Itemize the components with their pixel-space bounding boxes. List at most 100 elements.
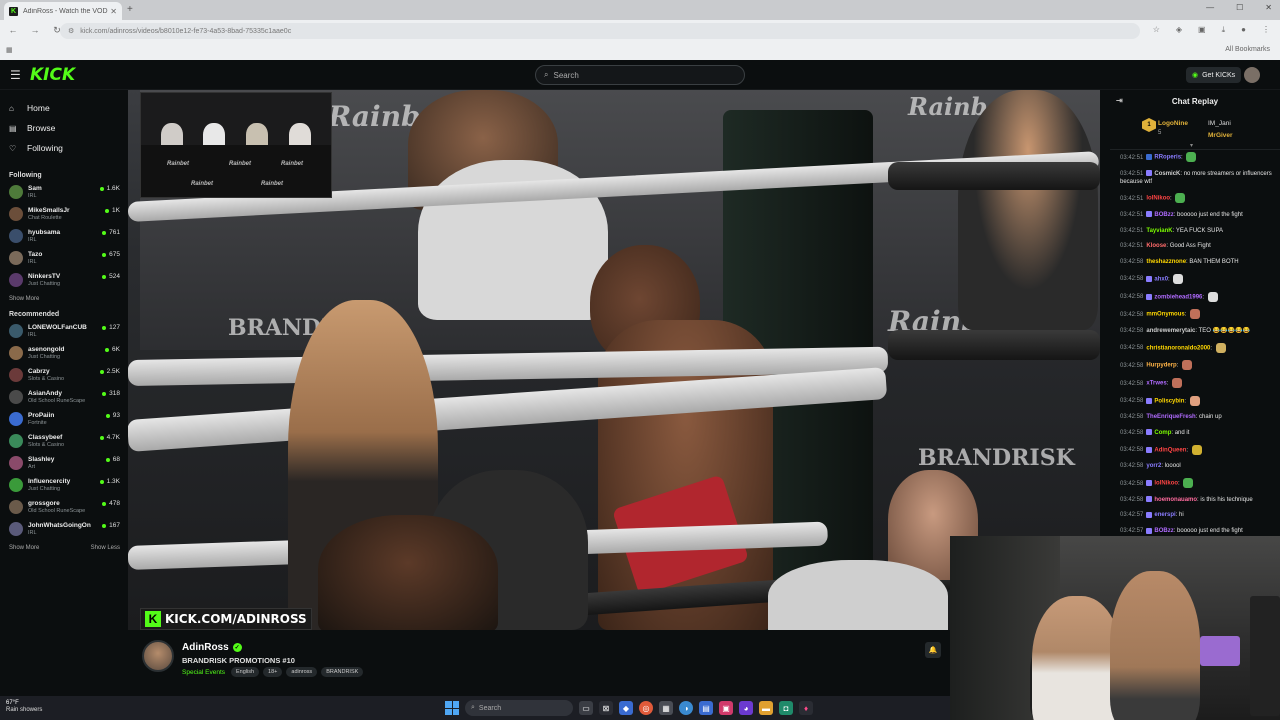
sidebar-channel[interactable]: JohnWhatsGoingOn IRL 167 (0, 518, 128, 540)
chat-username[interactable]: christianoronaldo2000 (1146, 345, 1210, 351)
viewer-count-value: 318 (109, 390, 120, 397)
weather-widget[interactable]: 67°F Rain showers (6, 700, 42, 714)
widgets-icon[interactable]: ⊠ (599, 701, 613, 715)
discord-icon[interactable]: ◕ (739, 701, 753, 715)
file-explorer-icon[interactable]: ▬ (759, 701, 773, 715)
url-field[interactable]: ⚙ kick.com/adinross/videos/b8010e12-fe73… (60, 23, 1140, 39)
stream-tag[interactable]: BRANDRISK (321, 667, 364, 677)
sidebar-channel[interactable]: ProPaiin Fortnite 93 (0, 408, 128, 430)
show-less-recommended[interactable]: Show Less (91, 545, 120, 551)
get-kicks-button[interactable]: ◉ Get KICKs (1186, 67, 1242, 83)
chrome-icon[interactable]: ◎ (639, 701, 653, 715)
chat-username[interactable]: AdinQueen (1154, 447, 1186, 453)
chat-username[interactable]: Poliscybin (1154, 398, 1184, 404)
chat-username[interactable]: Comp (1154, 430, 1171, 436)
sidebar-channel[interactable]: MikeSmallsJr Chat Roulette 1K (0, 203, 128, 225)
minimize-icon[interactable]: — (1206, 3, 1214, 12)
chevron-down-icon[interactable]: ▾ (1190, 142, 1193, 149)
show-more-following[interactable]: Show More (0, 291, 128, 307)
chat-username[interactable]: mmOnymous (1146, 312, 1184, 318)
bookmark-star-icon[interactable]: ☆ (1153, 25, 1160, 35)
chat-username[interactable]: yorr2 (1146, 463, 1161, 469)
stream-category[interactable]: Special Events (182, 669, 225, 676)
chat-username[interactable]: BOBzz (1154, 528, 1173, 534)
chat-username[interactable]: TayvianK (1146, 228, 1172, 234)
chat-username[interactable]: ahx0 (1154, 276, 1168, 282)
viewer-count-value: 6K (112, 346, 120, 353)
stream-tag[interactable]: adinross (286, 667, 318, 677)
chat-username[interactable]: xTrwes (1146, 381, 1166, 387)
sidebar-channel[interactable]: Influencercity Just Chatting 1.3K (0, 474, 128, 496)
chat-username[interactable]: BOBzz (1154, 212, 1173, 218)
chat-username[interactable]: enerspi (1154, 512, 1175, 518)
sidebar-channel[interactable]: asenongold Just Chatting 6K (0, 342, 128, 364)
maximize-icon[interactable]: ☐ (1236, 3, 1243, 12)
streamer-name[interactable]: AdinRoss (182, 642, 229, 653)
menu-dots-icon[interactable]: ⋮ (1262, 25, 1270, 35)
chat-username[interactable]: lolNikoo (1154, 481, 1178, 487)
chat-username[interactable]: Kloose (1146, 243, 1166, 249)
sidebar-channel[interactable]: grossgore Old School RuneScape 478 (0, 496, 128, 518)
download-icon[interactable]: ⤓ (1222, 25, 1226, 35)
site-info-icon[interactable]: ⚙ (68, 27, 74, 35)
close-window-icon[interactable]: ✕ (1265, 3, 1272, 12)
stream-tag[interactable]: 18+ (263, 667, 283, 677)
sidebar-channel[interactable]: LONEWOLFanCUB IRL 127 (0, 320, 128, 342)
chat-username[interactable]: CosmicK (1154, 171, 1180, 177)
new-tab-icon[interactable]: + (127, 4, 133, 15)
chat-username[interactable]: theshazznone (1146, 259, 1186, 265)
media-icon[interactable]: ▣ (719, 701, 733, 715)
back-icon[interactable]: ← (4, 25, 22, 36)
maps-pin-icon[interactable]: ♦ (799, 701, 813, 715)
sidebar-channel[interactable]: Slashley Art 68 (0, 452, 128, 474)
sidebar-channel[interactable]: hyubsama IRL 761 (0, 225, 128, 247)
tab-close-icon[interactable]: ✕ (110, 7, 117, 16)
search-input[interactable]: ⌕ Search (535, 65, 745, 85)
kick-logo[interactable]: KICK (30, 65, 75, 85)
sidebar-channel[interactable]: AsianAndy Old School RuneScape 318 (0, 386, 128, 408)
gifter-name[interactable]: LogoNine (1158, 120, 1188, 127)
streamer-name-row[interactable]: AdinRoss ✓ (182, 642, 242, 653)
gifter-name[interactable]: MrGiver (1208, 132, 1233, 139)
copilot-icon[interactable]: ◆ (619, 701, 633, 715)
sidebar-channel[interactable]: Cabrzy Slots & Casino 2.5K (0, 364, 128, 386)
forward-icon[interactable]: → (26, 25, 44, 36)
user-avatar[interactable] (1244, 67, 1260, 83)
nav-browse[interactable]: ▤ Browse (9, 118, 128, 138)
browser-tab[interactable]: K AdinRoss - Watch the VOD ✕ (4, 2, 122, 20)
taskbar-search[interactable]: ⌕ Search (465, 700, 573, 716)
notification-bell-icon[interactable]: 🔔 (925, 642, 941, 658)
app-icon[interactable]: ◘ (779, 701, 793, 715)
sidebar-channel[interactable]: Tazo IRL 675 (0, 247, 128, 269)
show-more-recommended[interactable]: Show More (9, 545, 39, 551)
chat-username[interactable]: lolNikoo (1146, 196, 1170, 202)
nav-following[interactable]: ♡ Following (9, 138, 128, 158)
sidepanel-icon[interactable]: ▣ (1198, 25, 1206, 35)
profile-icon[interactable]: ● (1241, 25, 1246, 35)
menu-icon[interactable]: ☰ (10, 68, 21, 82)
task-view-icon[interactable]: ▭ (579, 701, 593, 715)
chat-username[interactable]: RRoperis (1154, 155, 1181, 161)
gifter-name[interactable]: IM_Jani (1208, 120, 1231, 127)
chat-username[interactable]: TheEnriqueFresh (1146, 414, 1195, 420)
calculator-icon[interactable]: ▦ (659, 701, 673, 715)
document-icon[interactable]: ▤ (699, 701, 713, 715)
chat-messages[interactable]: 03:42:51 RRoperis: 03:42:51 CosmicK: no mo… (1110, 150, 1280, 535)
browser-icon[interactable]: ◑ (679, 701, 693, 715)
chat-username[interactable]: hoemonauamo (1154, 497, 1197, 503)
apps-grid-icon[interactable]: ▦ (6, 46, 13, 54)
windows-start-icon[interactable] (445, 701, 459, 715)
chat-username[interactable]: andrewemerytaic (1146, 328, 1195, 334)
chat-message: 03:42:51 Kloose: Good Ass Fight (1120, 242, 1276, 250)
chat-username[interactable]: zombiehead1996 (1154, 294, 1202, 300)
collapse-chat-icon[interactable]: ⇥ (1116, 96, 1123, 105)
stream-tag[interactable]: English (231, 667, 260, 677)
extension-icon[interactable]: ◈ (1176, 25, 1182, 35)
sidebar-channel[interactable]: Classybeef Slots & Casino 4.7K (0, 430, 128, 452)
chat-username[interactable]: Hurpyderp (1146, 363, 1176, 369)
sidebar-channel[interactable]: NinkersTV Just Chatting 524 (0, 269, 128, 291)
streamer-avatar[interactable] (142, 640, 174, 672)
nav-home[interactable]: ⌂ Home (9, 98, 128, 118)
sidebar-channel[interactable]: Sam IRL 1.6K (0, 181, 128, 203)
all-bookmarks[interactable]: All Bookmarks (1225, 46, 1270, 53)
